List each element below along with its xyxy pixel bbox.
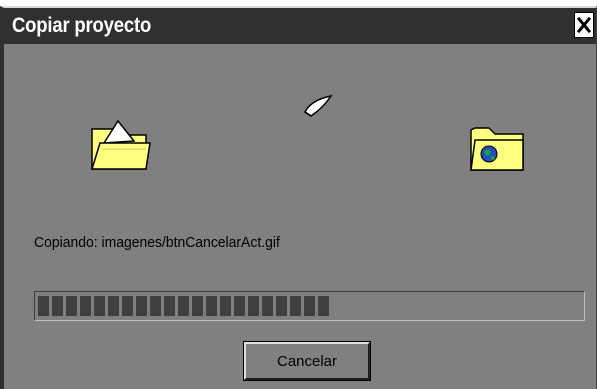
copy-status-text: Copiando: imagenes/btnCancelarAct.gif <box>34 234 280 251</box>
folder-open-icon <box>90 119 151 170</box>
cancel-button[interactable]: Cancelar <box>243 341 371 381</box>
close-icon <box>576 16 592 34</box>
copy-project-dialog: Copiar proyecto Copiando: imagenes/btnCa… <box>0 6 597 389</box>
flying-document-icon <box>304 94 333 117</box>
web-folder-icon <box>470 127 524 171</box>
progress-fill <box>38 296 329 316</box>
dialog-title: Copiar proyecto <box>12 14 152 37</box>
close-button[interactable] <box>574 12 594 38</box>
progress-bar <box>34 291 585 321</box>
title-bar[interactable]: Copiar proyecto <box>4 8 596 44</box>
